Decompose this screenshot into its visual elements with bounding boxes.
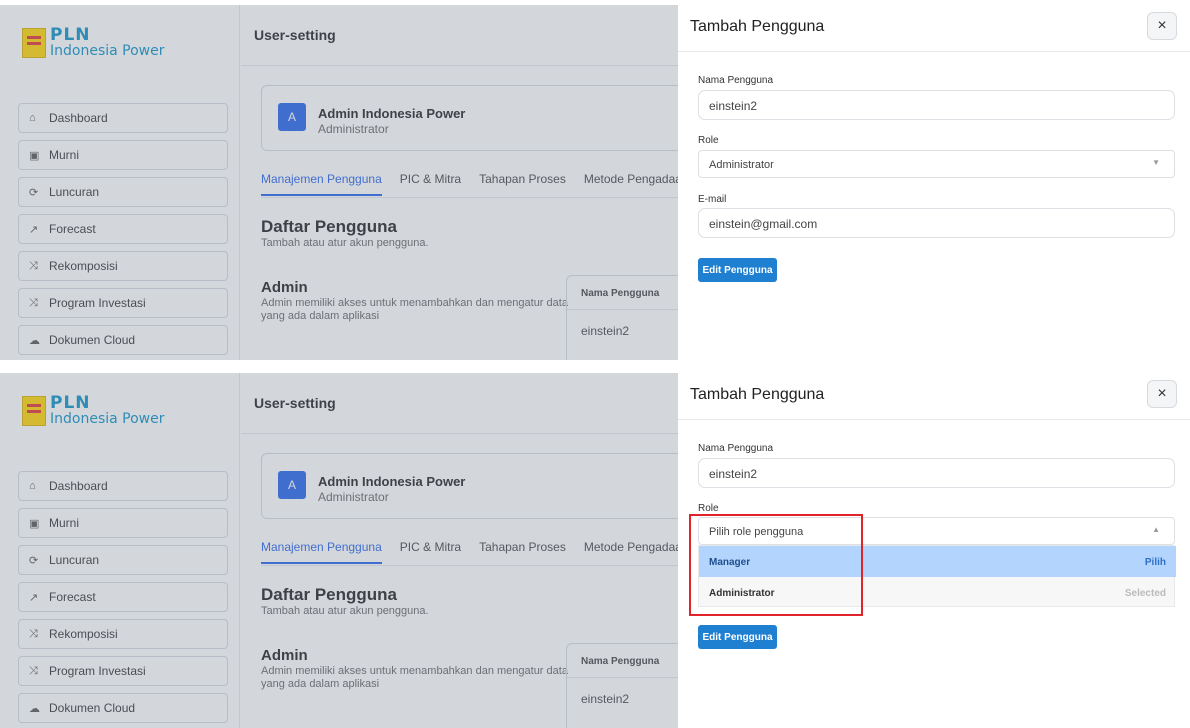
name-label: Nama Pengguna xyxy=(698,75,774,86)
role-label: Role xyxy=(698,135,719,146)
background-app: PLN Indonesia Power ⌂ Dashboard ▣ Murni ⟳ L… xyxy=(0,373,678,728)
role-label: Role xyxy=(698,503,719,514)
screenshot-panel-open: PLN Indonesia Power ⌂ Dashboard ▣ Murni ⟳ L… xyxy=(0,373,1190,728)
edit-user-button[interactable]: Edit Pengguna xyxy=(698,625,777,649)
close-button[interactable]: × xyxy=(1147,12,1177,40)
modal-divider xyxy=(678,51,1190,52)
add-user-modal: Tambah Pengguna × Nama Pengguna einstein… xyxy=(678,5,1190,360)
modal-backdrop[interactable] xyxy=(0,373,678,728)
email-label: E-mail xyxy=(698,194,727,205)
modal-backdrop[interactable] xyxy=(0,5,678,360)
edit-user-button[interactable]: Edit Pengguna xyxy=(698,258,777,282)
modal-divider xyxy=(678,419,1190,420)
add-user-modal: Tambah Pengguna × Nama Pengguna einstein… xyxy=(678,373,1190,728)
email-input[interactable]: einstein@gmail.com xyxy=(698,208,1175,238)
modal-title: Tambah Pengguna xyxy=(690,386,825,403)
modal-title: Tambah Pengguna xyxy=(690,18,825,35)
option-hint: Pilih xyxy=(1144,557,1166,568)
name-label: Nama Pengguna xyxy=(698,443,774,454)
close-icon: × xyxy=(1157,17,1167,34)
name-input[interactable]: einstein2 xyxy=(698,458,1175,488)
option-hint: Selected xyxy=(1124,588,1166,599)
close-icon: × xyxy=(1157,385,1167,402)
role-select-value: Administrator xyxy=(709,159,774,171)
name-input[interactable]: einstein2 xyxy=(698,90,1175,120)
chevron-down-icon: ▼ xyxy=(1152,158,1160,167)
role-select[interactable]: Administrator ▼ xyxy=(698,150,1175,178)
close-button[interactable]: × xyxy=(1147,380,1177,408)
screenshot-panel-closed: PLN Indonesia Power ⌂ Dashboard ▣ Murni ⟳ L… xyxy=(0,5,1190,360)
chevron-up-icon: ▲ xyxy=(1152,525,1160,534)
annotation-highlight-box xyxy=(689,514,863,616)
background-app: PLN Indonesia Power ⌂ Dashboard ▣ Murni ⟳ L… xyxy=(0,5,678,360)
